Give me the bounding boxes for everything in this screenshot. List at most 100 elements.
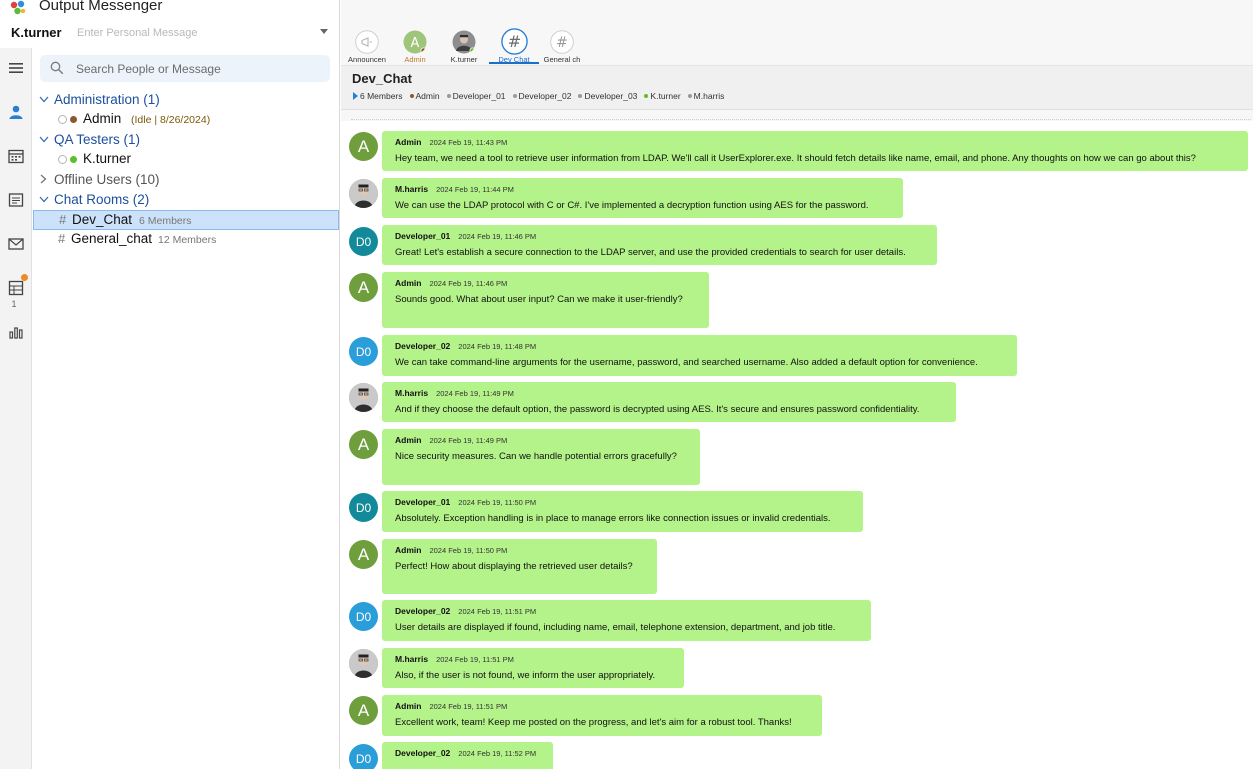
idle-status-dot: [70, 116, 77, 123]
message-bubble[interactable]: M.harris 2024 Feb 19, 11:44 PM We can use…: [382, 178, 903, 218]
message-bubble[interactable]: Developer_02 2024 Feb 19, 11:52 PM: [382, 742, 553, 769]
room-member-count: 12 Members: [158, 234, 217, 246]
avatar-admin[interactable]: A: [349, 273, 378, 302]
group-offline-users[interactable]: Offline Users (10): [33, 170, 339, 190]
tab-admin[interactable]: A Admin: [390, 28, 440, 64]
member-row-admin[interactable]: Admin (Idle | 8/26/2024): [33, 110, 339, 130]
message-time: 2024 Feb 19, 11:49 PM: [436, 389, 514, 398]
current-username[interactable]: K.turner: [11, 25, 62, 40]
avatar-admin[interactable]: A: [349, 132, 378, 161]
group-chat-rooms[interactable]: Chat Rooms (2): [33, 190, 339, 210]
avatar-developer-02[interactable]: D0: [349, 602, 378, 631]
message-sender: M.harris: [395, 388, 429, 398]
message-sender: Admin: [395, 701, 422, 711]
room-row-dev-chat[interactable]: # Dev_Chat 6 Members: [33, 210, 339, 230]
left-nav-rail: 1: [0, 48, 32, 769]
chat-pane: Announcen A Admin K.turner # Dev Chat # …: [341, 0, 1253, 769]
reports-icon[interactable]: [6, 322, 26, 342]
room-name: General_chat: [71, 231, 153, 246]
message-time: 2024 Feb 19, 11:51 PM: [436, 655, 514, 664]
output-messenger-window: Output Messenger K.turner Enter Personal…: [0, 0, 1253, 769]
tasks-icon[interactable]: [6, 278, 26, 298]
tab-kturner[interactable]: K.turner: [439, 28, 489, 64]
avatar-admin[interactable]: A: [349, 430, 378, 459]
message-time: 2024 Feb 19, 11:46 PM: [429, 279, 508, 288]
tab-label: K.turner: [450, 55, 478, 64]
message-bubble[interactable]: M.harris 2024 Feb 19, 11:49 PM And if the…: [382, 382, 956, 422]
tasks-notification-dot: [21, 274, 28, 281]
member-chip[interactable]: Admin: [409, 91, 440, 101]
member-chip[interactable]: Developer_02: [512, 91, 571, 101]
member-chip[interactable]: Developer_03: [578, 91, 637, 101]
member-chip[interactable]: M.harris: [687, 91, 724, 101]
avatar-developer-01[interactable]: D0: [349, 493, 378, 522]
avatar-mharris[interactable]: [349, 383, 378, 412]
message-text: Sounds good. What about user input? Can …: [395, 294, 683, 305]
tab-dev-chat[interactable]: # Dev Chat: [489, 28, 539, 64]
message-text: Absolutely. Exception handling is in pla…: [395, 513, 831, 524]
message-sender: Developer_02: [395, 748, 451, 758]
tab-announcements[interactable]: Announcen: [342, 28, 392, 64]
avatar-admin[interactable]: A: [349, 540, 378, 569]
message-sender: M.harris: [395, 184, 429, 194]
message-bubble[interactable]: Developer_02 2024 Feb 19, 11:48 PM We can…: [382, 335, 1017, 376]
message-sender: Developer_01: [395, 497, 451, 507]
avatar-developer-01[interactable]: D0: [349, 227, 378, 256]
status-dropdown-icon[interactable]: [320, 29, 328, 34]
message-bubble[interactable]: M.harris 2024 Feb 19, 11:51 PM Also, if t…: [382, 648, 684, 688]
members-count[interactable]: 6 Members: [360, 91, 403, 101]
hash-icon: #: [550, 30, 574, 54]
message-time: 2024 Feb 19, 11:48 PM: [458, 342, 537, 351]
message-bubble[interactable]: Admin 2024 Feb 19, 11:46 PM Sounds good. …: [382, 272, 709, 328]
tab-general-chat[interactable]: # General ch: [537, 28, 587, 64]
app-logo-icon: [10, 0, 26, 15]
message-bubble[interactable]: Admin 2024 Feb 19, 11:49 PM Nice security…: [382, 429, 700, 485]
message-bubble[interactable]: Developer_02 2024 Feb 19, 11:51 PM User d…: [382, 600, 871, 641]
people-icon[interactable]: [6, 102, 26, 122]
avatar-mharris[interactable]: [349, 179, 378, 208]
message-text: Nice security measures. Can we handle po…: [395, 451, 677, 462]
contact-tree: Administration (1) Admin (Idle | 8/26/20…: [33, 90, 339, 250]
room-member-count: 6 Members: [139, 215, 192, 227]
member-chip[interactable]: Developer_01: [446, 91, 506, 101]
message-sender: Admin: [395, 545, 422, 555]
member-status-icons: [58, 115, 78, 125]
avatar-a-icon: A: [403, 30, 427, 54]
calendar-icon[interactable]: [6, 146, 26, 166]
mail-icon[interactable]: [6, 234, 26, 254]
personal-message-input[interactable]: [77, 25, 307, 41]
room-row-general-chat[interactable]: # General_chat 12 Members: [33, 230, 339, 250]
member-name: Admin: [83, 111, 122, 126]
avatar-admin[interactable]: A: [349, 696, 378, 725]
message-sender: Developer_02: [395, 341, 451, 351]
message-text: Perfect! How about displaying the retrie…: [395, 561, 633, 572]
avatar-developer-02[interactable]: D0: [349, 337, 378, 366]
message-sender: Developer_01: [395, 231, 451, 241]
group-administration[interactable]: Administration (1): [33, 90, 339, 110]
hash-icon: #: [58, 231, 66, 246]
members-expand-icon[interactable]: [353, 92, 358, 100]
message-text: Hey team, we need a tool to retrieve use…: [395, 153, 1196, 164]
active-tab-indicator: [489, 62, 539, 64]
message-bubble[interactable]: Admin 2024 Feb 19, 11:51 PM Excellent wor…: [382, 695, 822, 736]
title-bar: Output Messenger: [0, 0, 340, 18]
avatar-developer-02[interactable]: D0: [349, 744, 378, 769]
message-bubble[interactable]: Admin 2024 Feb 19, 11:50 PM Perfect! How …: [382, 539, 657, 594]
member-chip[interactable]: K.turner: [644, 91, 681, 101]
menu-icon[interactable]: [6, 58, 26, 78]
message-bubble[interactable]: Admin 2024 Feb 19, 11:43 PM Hey team, we …: [382, 131, 1248, 171]
search-input[interactable]: [76, 60, 321, 77]
member-row-kturner[interactable]: K.turner: [33, 150, 339, 170]
message-sender: Admin: [395, 435, 422, 445]
notes-icon[interactable]: [6, 190, 26, 210]
group-qa-testers[interactable]: QA Testers (1): [33, 130, 339, 150]
left-pane: Output Messenger K.turner Enter Personal…: [0, 0, 340, 769]
chevron-down-icon: [39, 136, 49, 143]
message-bubble[interactable]: Developer_01 2024 Feb 19, 11:50 PM Absolu…: [382, 491, 863, 532]
message-text: Also, if the user is not found, we infor…: [395, 670, 656, 681]
message-text: And if they choose the default option, t…: [395, 404, 920, 415]
tab-label: General ch: [543, 55, 581, 64]
message-text: We can take command-line arguments for t…: [395, 357, 978, 368]
avatar-mharris[interactable]: [349, 649, 378, 678]
message-bubble[interactable]: Developer_01 2024 Feb 19, 11:46 PM Great!…: [382, 225, 937, 265]
